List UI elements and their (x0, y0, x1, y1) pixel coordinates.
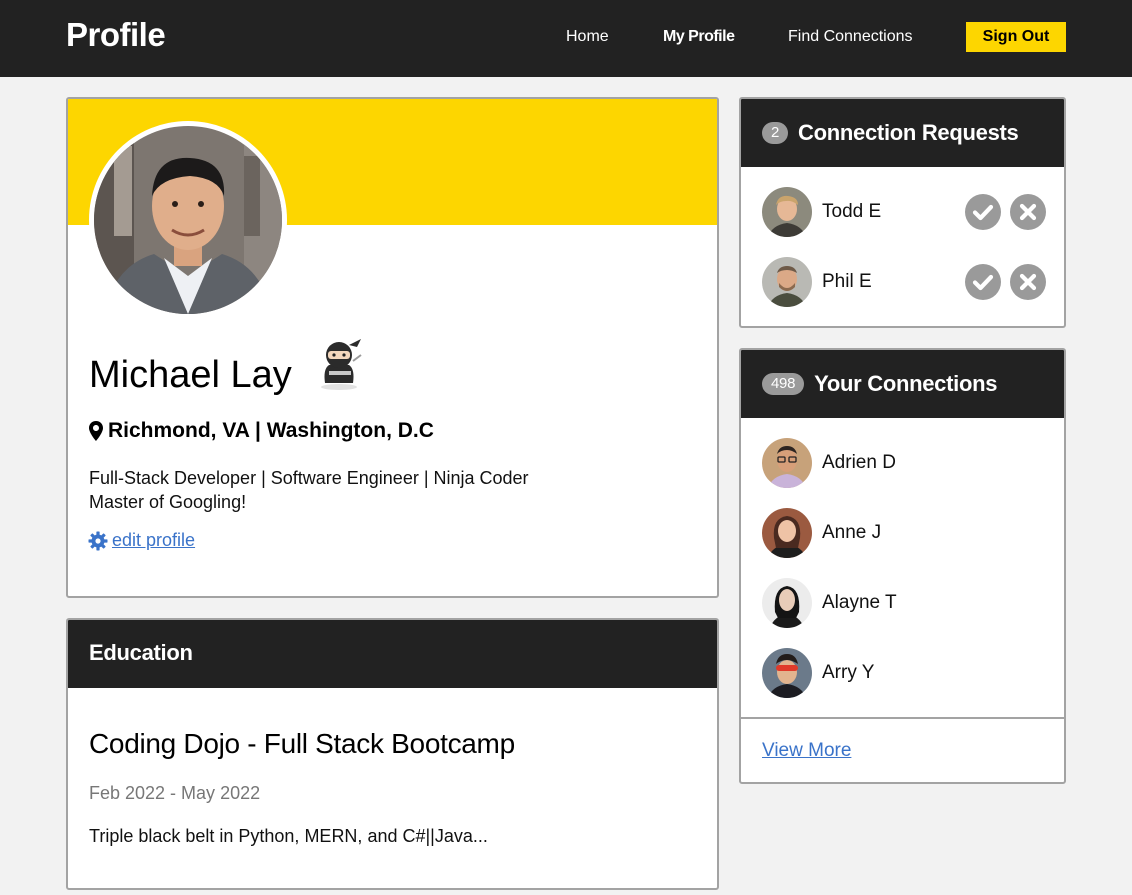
map-pin-icon (89, 421, 103, 441)
location-text: Richmond, VA | Washington, D.C (108, 419, 434, 442)
nav-home-link[interactable]: Home (566, 28, 609, 46)
connections-header: 498 Your Connections (741, 350, 1064, 418)
profile-name: Michael Lay (89, 354, 292, 396)
connection-name[interactable]: Arry Y (822, 662, 874, 684)
avatar[interactable] (762, 187, 812, 237)
education-dates: Feb 2022 - May 2022 (89, 783, 261, 803)
gear-icon (88, 531, 108, 550)
connection-item[interactable]: Alayne T (762, 578, 1046, 628)
avatar[interactable] (762, 648, 812, 698)
profile-avatar-frame (89, 121, 287, 319)
connection-item[interactable]: Anne J (762, 508, 1046, 558)
requests-count-badge: 2 (762, 122, 789, 144)
sign-out-button[interactable]: Sign Out (966, 22, 1066, 52)
edit-profile-link[interactable]: edit profile (88, 530, 195, 551)
profile-avatar (94, 126, 282, 314)
connections-card: 498 Your Connections Adrien D Anne J Ala… (739, 348, 1066, 784)
connection-requests-title: Connection Requests (798, 120, 1019, 145)
top-nav: Profile Home My Profile Find Connections… (0, 0, 1132, 77)
bio-line: Full-Stack Developer | Software Engineer… (89, 468, 529, 488)
avatar[interactable] (762, 508, 812, 558)
profile-location: Richmond, VA | Washington, D.C (89, 419, 434, 443)
avatar[interactable] (762, 578, 812, 628)
request-name[interactable]: Phil E (822, 271, 872, 293)
connection-requests-header: 2 Connection Requests (741, 99, 1064, 167)
education-description: Triple black belt in Python, MERN, and C… (89, 826, 488, 846)
connections-title: Your Connections (814, 371, 998, 396)
profile-card: Michael Lay Richmond, VA | Washington, D… (66, 97, 719, 598)
ninja-sticker (315, 335, 365, 391)
brand-title: Profile (66, 16, 166, 53)
nav-my-profile-link[interactable]: My Profile (663, 28, 735, 46)
decline-request-button[interactable] (1010, 264, 1046, 300)
divider (741, 717, 1064, 719)
check-icon (972, 274, 994, 291)
avatar[interactable] (762, 257, 812, 307)
view-more-link[interactable]: View More (762, 740, 851, 762)
profile-bio: Full-Stack Developer | Software Engineer… (89, 466, 529, 514)
edit-profile-label: edit profile (112, 530, 196, 550)
check-icon (972, 204, 994, 221)
close-icon (1019, 273, 1037, 291)
education-card: Education Coding Dojo - Full Stack Bootc… (66, 618, 719, 890)
education-school: Coding Dojo - Full Stack Bootcamp (89, 728, 515, 759)
close-icon (1019, 203, 1037, 221)
decline-request-button[interactable] (1010, 194, 1046, 230)
request-name[interactable]: Todd E (822, 201, 881, 223)
connection-item[interactable]: Arry Y (762, 648, 1046, 698)
education-header: Education (68, 620, 717, 688)
connection-name[interactable]: Adrien D (822, 452, 896, 474)
nav-find-connections-link[interactable]: Find Connections (788, 28, 913, 46)
connections-count-badge: 498 (762, 373, 805, 395)
accept-request-button[interactable] (965, 194, 1001, 230)
connection-item[interactable]: Adrien D (762, 438, 1046, 488)
request-item: Todd E (762, 187, 1046, 237)
connection-name[interactable]: Alayne T (822, 592, 897, 614)
avatar[interactable] (762, 438, 812, 488)
bio-line: Master of Googling! (89, 492, 247, 512)
request-item: Phil E (762, 257, 1046, 307)
accept-request-button[interactable] (965, 264, 1001, 300)
connection-requests-card: 2 Connection Requests Todd E Phil E (739, 97, 1066, 328)
connection-name[interactable]: Anne J (822, 522, 881, 544)
